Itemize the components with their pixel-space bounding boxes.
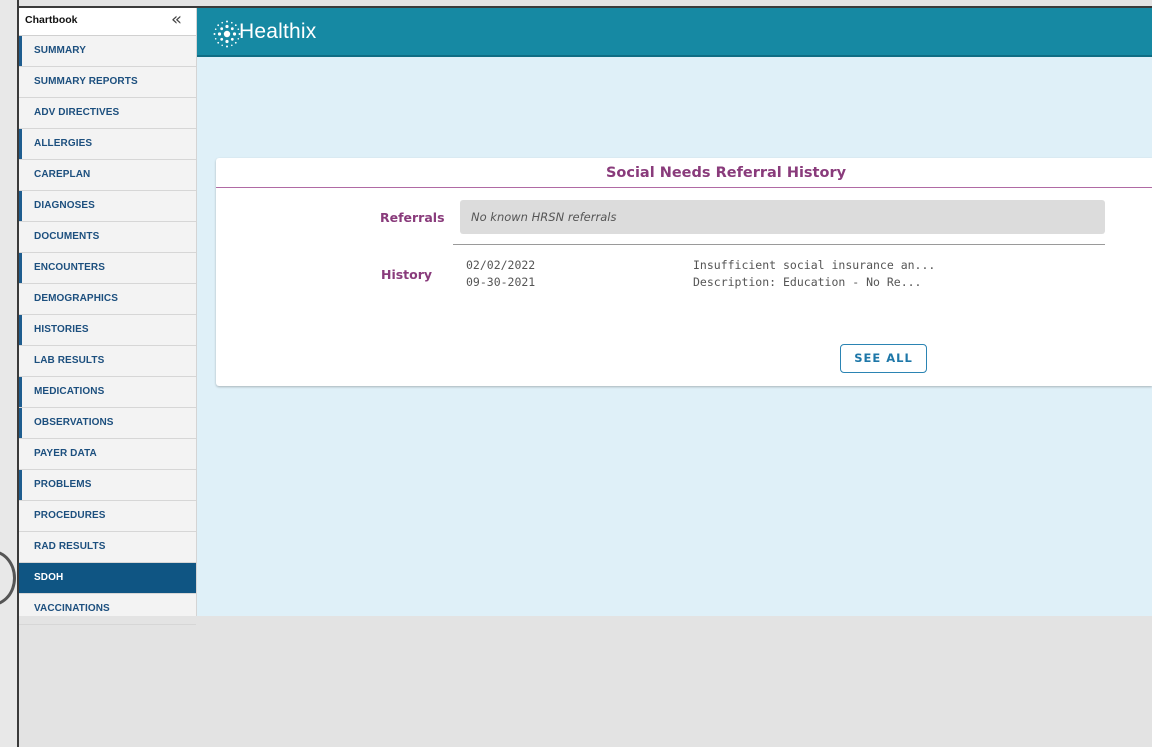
- sidebar-title: Chartbook: [25, 14, 78, 26]
- left-edge: [0, 0, 17, 747]
- chartbook-sidebar: Chartbook « SUMMARY SUMMARY REPORTS ADV …: [19, 8, 197, 625]
- collapse-icon[interactable]: «: [171, 11, 182, 29]
- history-description[interactable]: Description: Education - No Re...: [693, 274, 935, 291]
- sidebar-item-careplan[interactable]: CAREPLAN: [19, 160, 196, 191]
- history-label: History: [381, 267, 433, 282]
- history-date: 09-30-2021: [466, 275, 536, 289]
- sidebar-nav-list: SUMMARY SUMMARY REPORTS ADV DIRECTIVES A…: [19, 36, 196, 625]
- sidebar-item-encounters[interactable]: ENCOUNTERS: [19, 253, 196, 284]
- sidebar-item-histories[interactable]: HISTORIES: [19, 315, 196, 346]
- sidebar-item-sdoh[interactable]: SDOH: [19, 563, 196, 594]
- app-header: Healthix: [197, 8, 1152, 57]
- history-divider: [453, 244, 1105, 245]
- sidebar-item-documents[interactable]: DOCUMENTS: [19, 222, 196, 253]
- sidebar-item-summary-reports[interactable]: SUMMARY REPORTS: [19, 67, 196, 98]
- sidebar-item-allergies[interactable]: ALLERGIES: [19, 129, 196, 160]
- history-description[interactable]: Insufficient social insurance an...: [693, 257, 935, 274]
- sidebar-item-summary[interactable]: SUMMARY: [19, 36, 196, 67]
- sidebar-item-adv-directives[interactable]: ADV DIRECTIVES: [19, 98, 196, 129]
- sidebar-item-vaccinations[interactable]: VACCINATIONS: [19, 594, 196, 625]
- card-title: Social Needs Referral History: [605, 165, 847, 181]
- sidebar-item-payer-data[interactable]: PAYER DATA: [19, 439, 196, 470]
- sidebar-item-observations[interactable]: OBSERVATIONS: [19, 408, 196, 439]
- brand-name: Healthix: [239, 20, 317, 43]
- card-title-divider: [216, 187, 1152, 188]
- sidebar-item-lab-results[interactable]: LAB RESULTS: [19, 346, 196, 377]
- history-date: 02/02/2022: [466, 258, 536, 272]
- main-content: Healthix Social Needs Referral History R…: [197, 8, 1152, 616]
- sidebar-item-medications[interactable]: MEDICATIONS: [19, 377, 196, 408]
- sidebar-item-problems[interactable]: PROBLEMS: [19, 470, 196, 501]
- referrals-field: No known HRSN referrals: [460, 200, 1105, 234]
- social-needs-card: Social Needs Referral History Referrals …: [216, 158, 1152, 386]
- history-dates: 02/02/2022 09-30-2021: [466, 257, 535, 291]
- referrals-label: Referrals: [380, 210, 445, 225]
- screen-frame: Chartbook « SUMMARY SUMMARY REPORTS ADV …: [0, 0, 1152, 747]
- sidebar-item-diagnoses[interactable]: DIAGNOSES: [19, 191, 196, 222]
- sidebar-item-demographics[interactable]: DEMOGRAPHICS: [19, 284, 196, 315]
- sidebar-header: Chartbook «: [19, 8, 196, 36]
- sidebar-item-procedures[interactable]: PROCEDURES: [19, 501, 196, 532]
- sidebar-item-rad-results[interactable]: RAD RESULTS: [19, 532, 196, 563]
- see-all-button[interactable]: SEE ALL: [840, 344, 927, 373]
- history-descriptions: Insufficient social insurance an... Desc…: [693, 257, 935, 291]
- referrals-value: No known HRSN referrals: [471, 210, 617, 224]
